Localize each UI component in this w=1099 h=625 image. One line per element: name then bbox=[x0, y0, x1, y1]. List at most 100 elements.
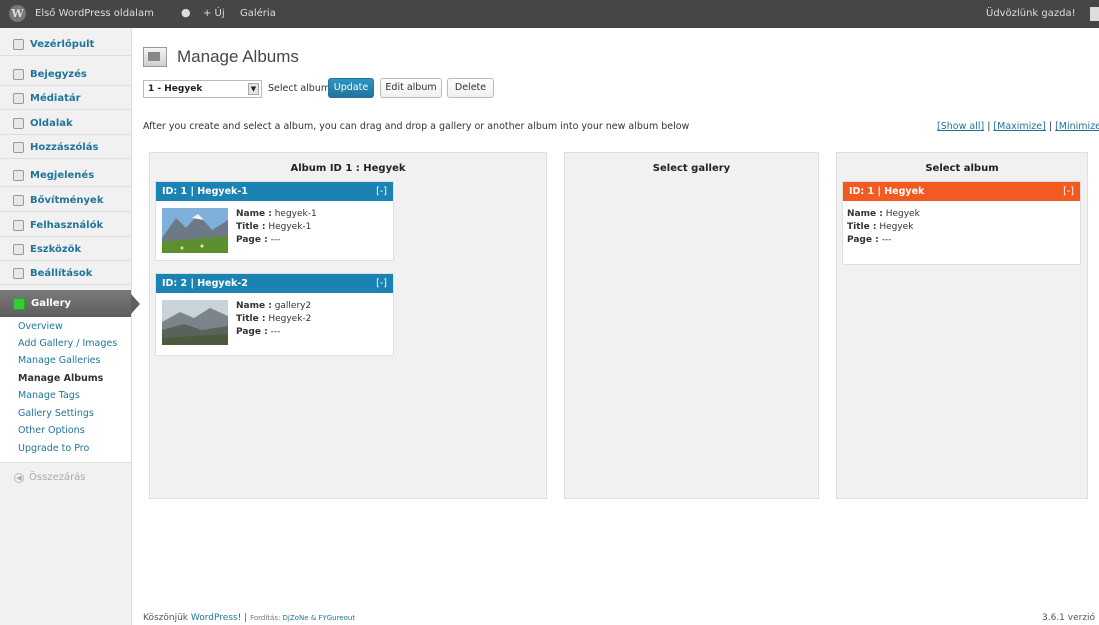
toggle-separator: | bbox=[1045, 121, 1056, 132]
avatar[interactable] bbox=[1090, 7, 1099, 21]
gallery-submenu: Overview Add Gallery / Images Manage Gal… bbox=[0, 317, 131, 463]
footer-credits: Köszönjük WordPress! | Fordítás: DjZoNe … bbox=[143, 613, 355, 623]
title-label: Title : bbox=[236, 314, 266, 324]
gallery-icon bbox=[13, 298, 25, 310]
wordpress-link[interactable]: WordPress bbox=[191, 613, 238, 623]
users-icon bbox=[13, 220, 24, 231]
submenu-add-gallery[interactable]: Add Gallery / Images bbox=[18, 338, 117, 349]
delete-button[interactable]: Delete bbox=[447, 78, 494, 98]
appearance-icon bbox=[13, 170, 24, 181]
sidebar-item-label: Bővítmények bbox=[30, 195, 104, 206]
sidebar-item-settings[interactable]: Beállítások bbox=[0, 262, 131, 285]
new-content-link[interactable]: + Új bbox=[203, 8, 225, 19]
submenu-manage-albums[interactable]: Manage Albums bbox=[18, 373, 103, 384]
gallery-name: gallery2 bbox=[274, 301, 312, 311]
submenu-gallery-settings[interactable]: Gallery Settings bbox=[18, 408, 94, 419]
album-page: --- bbox=[881, 235, 892, 245]
sidebar-item-label: Vezérlőpult bbox=[30, 39, 95, 50]
minimize-link[interactable]: [Minimize] bbox=[1055, 121, 1099, 132]
submenu-manage-tags[interactable]: Manage Tags bbox=[18, 390, 80, 401]
gallery-card-id: ID: 1 | Hegyek-1 bbox=[162, 186, 248, 197]
admin-bar: W Első WordPress oldalam ● + Új Galéria … bbox=[0, 0, 1099, 28]
show-all-link[interactable]: [Show all] bbox=[937, 121, 984, 132]
page-label: Page : bbox=[847, 235, 879, 245]
select-gallery-panel: Select gallery bbox=[564, 152, 819, 499]
version-text: 3.6.1 verzió bbox=[1042, 613, 1096, 623]
album-card-id: ID: 1 | Hegyek bbox=[849, 186, 925, 197]
album-panel-title: Album ID 1 : Hegyek bbox=[290, 163, 406, 174]
comments-icon[interactable]: ● bbox=[181, 6, 191, 19]
album-card[interactable]: ID: 1 | Hegyek [-] Name : Hegyek Title :… bbox=[842, 181, 1081, 265]
page-label: Page : bbox=[236, 327, 268, 337]
edit-album-button[interactable]: Edit album bbox=[380, 78, 442, 98]
sidebar-item-dashboard[interactable]: Vezérlőpult bbox=[0, 33, 131, 56]
gallery-card-meta: Name : hegyek-1 Title : Hegyek-1 Page : … bbox=[236, 208, 317, 247]
minimize-toggle[interactable]: [-] bbox=[376, 278, 387, 289]
gallery-page: --- bbox=[270, 327, 281, 337]
sidebar-item-users[interactable]: Felhasználók bbox=[0, 214, 131, 237]
gallery-card[interactable]: ID: 2 | Hegyek-2 [-] Name : gallery2 Tit… bbox=[155, 273, 394, 356]
sidebar-item-posts[interactable]: Bejegyzés bbox=[0, 63, 131, 86]
maximize-link[interactable]: [Maximize] bbox=[993, 121, 1045, 132]
sidebar-item-gallery[interactable]: Gallery bbox=[0, 290, 140, 317]
sidebar-item-label: Oldalak bbox=[30, 118, 73, 129]
gallery-card-header[interactable]: ID: 2 | Hegyek-2 [-] bbox=[156, 274, 393, 293]
wordpress-logo-icon[interactable]: W bbox=[9, 5, 26, 22]
dropdown-arrow-icon: ▼ bbox=[248, 83, 259, 95]
sidebar-item-media[interactable]: Médiatár bbox=[0, 87, 131, 110]
album-card-header[interactable]: ID: 1 | Hegyek [-] bbox=[843, 182, 1080, 201]
sidebar-item-comments[interactable]: Hozzászólás bbox=[0, 136, 131, 159]
sidebar-item-appearance[interactable]: Megjelenés bbox=[0, 164, 131, 187]
sidebar-item-label: Bejegyzés bbox=[30, 69, 87, 80]
minimize-toggle[interactable]: [-] bbox=[376, 186, 387, 197]
album-title: Hegyek bbox=[879, 222, 914, 232]
gallery-thumbnail bbox=[162, 208, 228, 253]
submenu-upgrade-pro[interactable]: Upgrade to Pro bbox=[18, 443, 89, 454]
album-name: Hegyek bbox=[885, 209, 920, 219]
page-label: Page : bbox=[236, 235, 268, 245]
gallery-card[interactable]: ID: 1 | Hegyek-1 [-] Name : hegyek-1 Tit… bbox=[155, 181, 394, 261]
album-panel: Album ID 1 : Hegyek ID: 1 | Hegyek-1 [-]… bbox=[149, 152, 547, 499]
dashboard-icon bbox=[13, 39, 24, 50]
select-album-panel: Select album ID: 1 | Hegyek [-] Name : H… bbox=[836, 152, 1088, 499]
site-name-link[interactable]: Első WordPress oldalam bbox=[35, 8, 154, 19]
sidebar-item-label: Gallery bbox=[31, 298, 72, 309]
sidebar-item-label: Megjelenés bbox=[30, 170, 95, 181]
sidebar-item-pages[interactable]: Oldalak bbox=[0, 112, 131, 135]
pin-icon bbox=[13, 69, 24, 80]
collapse-arrow-icon: ◀ bbox=[14, 473, 24, 483]
gallery-admin-link[interactable]: Galéria bbox=[240, 8, 276, 19]
sidebar-item-label: Médiatár bbox=[30, 93, 81, 104]
albums-icon bbox=[143, 47, 167, 67]
minimize-toggle[interactable]: [-] bbox=[1063, 186, 1074, 197]
gallery-card-meta: Name : gallery2 Title : Hegyek-2 Page : … bbox=[236, 300, 311, 339]
name-label: Name : bbox=[236, 301, 272, 311]
sidebar-item-label: Eszközök bbox=[30, 244, 82, 255]
collapse-menu-button[interactable]: ◀ Összezárás bbox=[14, 472, 86, 483]
gallery-page: --- bbox=[270, 235, 281, 245]
gallery-card-id: ID: 2 | Hegyek-2 bbox=[162, 278, 248, 289]
gallery-card-header[interactable]: ID: 1 | Hegyek-1 [-] bbox=[156, 182, 393, 201]
sidebar-item-tools[interactable]: Eszközök bbox=[0, 238, 131, 261]
sidebar-item-label: Felhasználók bbox=[30, 220, 104, 231]
footer-thanks: Köszönjük bbox=[143, 613, 191, 623]
submenu-other-options[interactable]: Other Options bbox=[18, 425, 85, 436]
update-button[interactable]: Update bbox=[328, 78, 374, 98]
greeting-link[interactable]: Üdvözlünk gazda! bbox=[986, 8, 1076, 19]
footer-excl: ! | bbox=[237, 613, 251, 623]
translators-link[interactable]: DjZoNe & FYGureout bbox=[283, 614, 356, 622]
sidebar-item-plugins[interactable]: Bővítmények bbox=[0, 189, 131, 212]
pages-icon bbox=[13, 118, 24, 129]
title-label: Title : bbox=[847, 222, 877, 232]
sidebar-item-label: Hozzászólás bbox=[30, 142, 99, 153]
submenu-manage-galleries[interactable]: Manage Galleries bbox=[18, 355, 100, 366]
album-select-value: 1 - Hegyek bbox=[148, 84, 203, 94]
name-label: Name : bbox=[236, 209, 272, 219]
page-title: Manage Albums bbox=[177, 47, 299, 66]
name-label: Name : bbox=[847, 209, 883, 219]
panel-toggles: [Show all] | [Maximize] | [Minimize] bbox=[937, 121, 1099, 132]
tools-icon bbox=[13, 244, 24, 255]
submenu-overview[interactable]: Overview bbox=[18, 321, 63, 332]
gallery-title: Hegyek-1 bbox=[268, 222, 312, 232]
album-select[interactable]: 1 - Hegyek ▼ bbox=[143, 80, 262, 98]
